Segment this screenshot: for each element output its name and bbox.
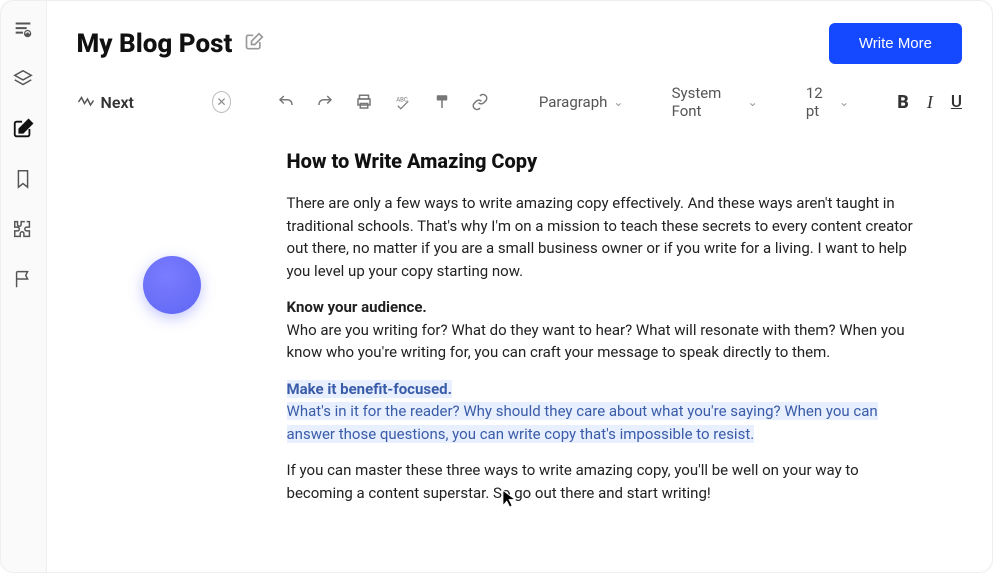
assistant-gutter	[77, 146, 267, 518]
print-icon[interactable]	[354, 90, 375, 114]
bookmark-icon[interactable]	[9, 165, 37, 193]
font-label: System Font	[672, 84, 742, 120]
header: My Blog Post Write More	[77, 23, 962, 64]
doc-paragraph: There are only a few ways to write amazi…	[287, 192, 927, 282]
paragraph-label: Paragraph	[539, 93, 608, 111]
spellcheck-icon[interactable]: ABC	[392, 90, 413, 114]
section-body-highlighted: What's in it for the reader? Why should …	[287, 402, 878, 443]
sidebar	[1, 1, 47, 572]
doc-paragraph: Make it benefit-focused. What's in it fo…	[287, 378, 927, 446]
size-dropdown[interactable]: 12 pt ⌄	[806, 84, 849, 120]
assistant-orb-icon[interactable]	[143, 256, 201, 314]
chevron-down-icon: ⌄	[839, 95, 849, 109]
edit-title-icon[interactable]	[244, 32, 264, 56]
doc-paragraph: Know your audience. Who are you writing …	[287, 296, 927, 364]
layers-icon[interactable]	[9, 65, 37, 93]
compose-icon[interactable]	[9, 115, 37, 143]
toolbar: Next ✕ ABC	[77, 84, 962, 120]
undo-icon[interactable]	[276, 90, 297, 114]
section-title: Know your audience.	[287, 298, 427, 316]
next-button[interactable]: Next	[77, 93, 134, 112]
doc-heading: How to Write Amazing Copy	[287, 146, 927, 176]
text-run: o go out there and start writing!	[502, 484, 711, 502]
next-label: Next	[101, 93, 134, 112]
italic-button[interactable]: I	[927, 92, 933, 113]
underline-button[interactable]: U	[951, 92, 962, 112]
main: My Blog Post Write More Next ✕	[47, 1, 992, 572]
link-icon[interactable]	[470, 90, 491, 114]
bold-button[interactable]: B	[897, 92, 909, 113]
svg-text:ABC: ABC	[396, 96, 408, 103]
size-label: 12 pt	[806, 84, 833, 120]
flag-icon[interactable]	[9, 265, 37, 293]
chevron-down-icon: ⌄	[613, 95, 623, 109]
page-title: My Blog Post	[77, 29, 233, 59]
redo-icon[interactable]	[315, 90, 336, 114]
editor[interactable]: How to Write Amazing Copy There are only…	[287, 146, 927, 518]
section-body: Who are you writing for? What do they wa…	[287, 321, 905, 362]
puzzle-icon[interactable]	[9, 215, 37, 243]
font-dropdown[interactable]: System Font ⌄	[672, 84, 758, 120]
content-area: How to Write Amazing Copy There are only…	[77, 146, 962, 518]
paragraph-dropdown[interactable]: Paragraph ⌄	[539, 93, 624, 111]
section-title-highlighted: Make it benefit-focused.	[287, 380, 452, 398]
close-icon[interactable]: ✕	[212, 91, 231, 113]
logo-icon[interactable]	[9, 15, 37, 43]
chevron-down-icon: ⌄	[748, 95, 758, 109]
format-paint-icon[interactable]	[431, 90, 452, 114]
write-more-button[interactable]: Write More	[829, 23, 962, 64]
doc-paragraph: If you can master these three ways to wr…	[287, 459, 927, 504]
